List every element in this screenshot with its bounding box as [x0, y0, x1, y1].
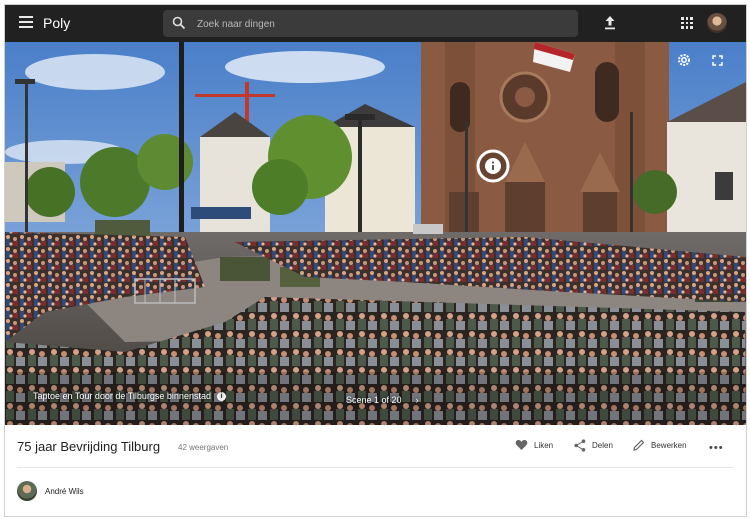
search-icon[interactable]: [172, 16, 186, 30]
apps-icon[interactable]: [681, 17, 693, 29]
author-row: André Wils: [17, 480, 84, 502]
app-logo[interactable]: Poly: [43, 15, 70, 31]
scene-caption: Taptoe en Tour door de Tilburgse binnens…: [33, 391, 226, 401]
next-scene-icon[interactable]: ›: [416, 395, 419, 405]
edit-label: Bewerken: [651, 440, 687, 450]
share-label: Delen: [592, 441, 613, 450]
panorama-image: [5, 42, 746, 425]
fullscreen-icon[interactable]: [712, 55, 723, 66]
search-input[interactable]: [195, 10, 569, 39]
post-header: 75 jaar Bevrijding Tilburg 42 weergaven …: [5, 425, 746, 470]
top-app-bar: Poly: [5, 5, 746, 42]
browser-frame: Poly Zoek naar dingen Taptoe en Tour doo…: [4, 4, 747, 517]
edit-icon: [633, 439, 645, 451]
page-title: 75 jaar Bevrijding Tilburg: [17, 439, 161, 454]
more-icon[interactable]: •••: [709, 443, 724, 454]
author-avatar[interactable]: [17, 481, 37, 501]
scene-navigator: Scene 1 of 20 ›: [346, 395, 419, 405]
search-bar[interactable]: [163, 10, 578, 39]
caption-info-icon[interactable]: i: [216, 391, 226, 401]
settings-icon[interactable]: [677, 53, 691, 67]
edit-button[interactable]: Bewerken: [633, 439, 687, 451]
info-icon[interactable]: [475, 148, 511, 184]
divider: [17, 467, 733, 468]
share-button[interactable]: Delen: [574, 439, 613, 452]
menu-icon[interactable]: [19, 16, 33, 30]
upload-icon[interactable]: [603, 15, 617, 31]
like-button[interactable]: Liken: [515, 439, 553, 451]
heart-icon: [515, 440, 528, 450]
scene-counter-text: Scene 1 of 20: [346, 395, 402, 405]
author-name[interactable]: André Wils: [45, 487, 84, 496]
panorama-viewer[interactable]: Taptoe en Tour door de Tilburgse binnens…: [5, 42, 746, 425]
description-text-cropped: [17, 512, 317, 516]
avatar[interactable]: [707, 13, 727, 33]
like-label: Liken: [534, 440, 554, 450]
view-count: 42 weergaven: [178, 443, 229, 452]
scene-caption-text: Taptoe en Tour door de Tilburgse binnens…: [33, 391, 211, 401]
share-icon: [574, 439, 586, 452]
